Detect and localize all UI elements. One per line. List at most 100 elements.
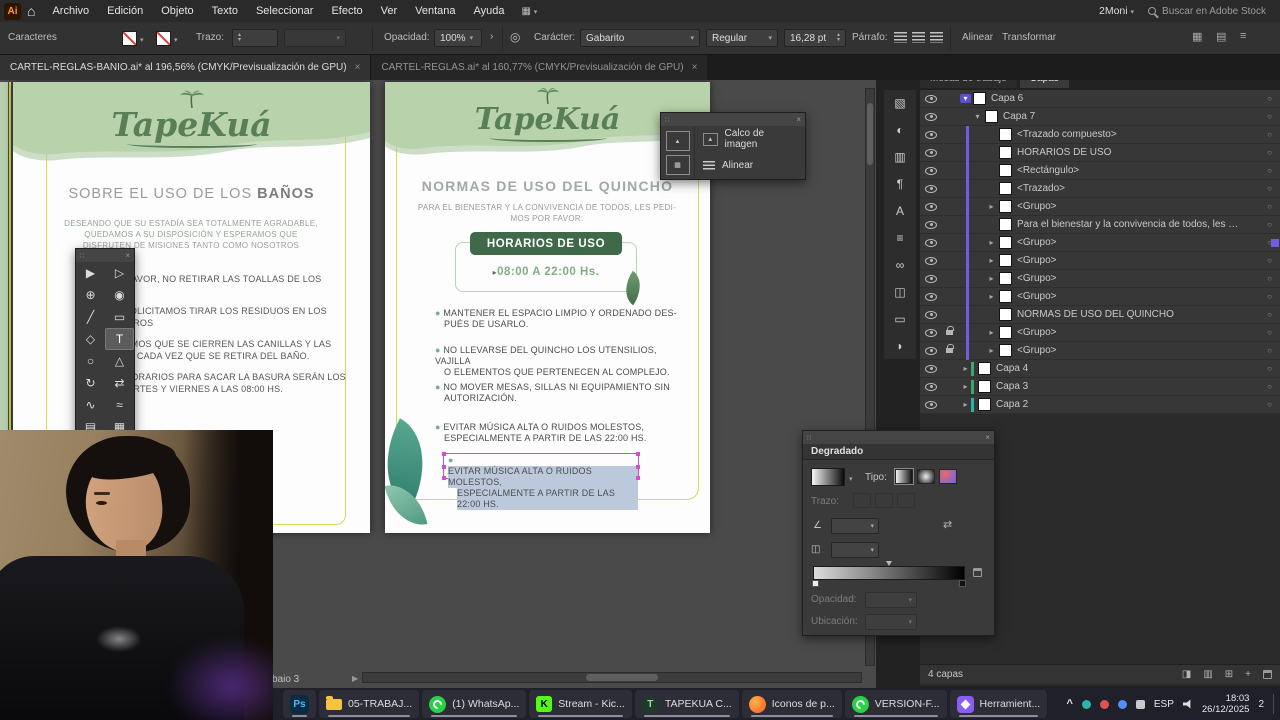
target-icon[interactable]: ○ [1267, 220, 1272, 229]
visibility-toggle[interactable] [920, 274, 942, 283]
bullet-item[interactable]: ● NO MOVER MESAS, SILLAS NI EQUIPAMIENTO… [435, 382, 695, 404]
image-trace-icon[interactable]: ▴ [665, 131, 690, 151]
stroke-gradient-across-icon[interactable] [897, 493, 915, 508]
visibility-toggle[interactable] [920, 256, 942, 265]
stroke-gradient-within-icon[interactable] [853, 493, 871, 508]
bullet-item[interactable]: ● NO LLEVARSE DEL QUINCHO LOS UTENSILIOS… [435, 345, 695, 378]
align-panel-link[interactable]: Alinear [962, 32, 993, 43]
target-icon[interactable]: ○ [1267, 328, 1272, 337]
palette-header[interactable]: ∷ × [76, 249, 134, 262]
type-tool-icon[interactable]: T [105, 328, 134, 350]
visibility-toggle[interactable] [920, 166, 942, 175]
stop-opacity-field[interactable]: ▾ [865, 592, 917, 608]
taskbar-herramientas[interactable]: Herramient... [949, 690, 1048, 718]
h-scroll-thumb[interactable] [586, 674, 658, 681]
layer-row[interactable]: ▸ <Grupo> ○ [920, 252, 1280, 270]
recolor-artwork-icon[interactable]: ◎ [510, 30, 520, 44]
document-arrange-icon[interactable]: ▦ ▾ [522, 6, 538, 17]
tray-expand-icon[interactable]: ^ [1066, 698, 1072, 710]
target-icon[interactable]: ○ [1267, 400, 1272, 409]
selected-text-frame[interactable]: ● EVITAR MÚSICA ALTA O RUIDOS MOLESTOS, E… [442, 452, 640, 510]
swatches-panel-icon[interactable]: ▥ [888, 148, 912, 166]
taskbar-folder-window[interactable]: 05-TRABAJ... [319, 690, 420, 718]
taskbar-kick-stream[interactable]: K Stream - Kic... [529, 690, 632, 718]
notification-count[interactable]: 2 [1258, 699, 1264, 710]
close-tab-icon[interactable]: × [355, 62, 361, 73]
links-panel-icon[interactable]: ∞ [888, 256, 912, 274]
character-panel-icon[interactable]: A [888, 202, 912, 220]
visibility-toggle[interactable] [920, 130, 942, 139]
transform-panel-link[interactable]: Transformar [1002, 32, 1056, 43]
close-icon[interactable]: × [796, 115, 801, 124]
workspace-switcher[interactable]: 2Moni ▾ [1099, 5, 1134, 17]
layer-row[interactable]: ▾ Capa 7 ○ [920, 108, 1280, 126]
opacity-field[interactable]: 100% ▾ [434, 29, 482, 47]
expand-icon[interactable]: ▸ [986, 256, 997, 265]
artboards-panel-icon[interactable]: ◫ [888, 283, 912, 301]
document-grid-icon[interactable]: ▦ [1192, 30, 1202, 43]
target-icon[interactable]: ○ [1267, 112, 1272, 121]
layer-row[interactable]: ▸ <Grupo> ○ [920, 198, 1280, 216]
gradient-presets-caret[interactable]: ▾ [849, 475, 853, 483]
panel-header[interactable]: ∷ × [803, 431, 994, 444]
gradient-panel-tab[interactable]: Degradado [811, 446, 863, 457]
fill-swatch[interactable] [122, 31, 137, 46]
artboard-status[interactable]: baio 3 [272, 674, 299, 685]
color-guide-panel-icon[interactable]: ◐ [888, 121, 912, 139]
stop-location-field[interactable]: ▾ [865, 614, 917, 630]
bullet-item[interactable]: ● EVITAR MÚSICA ALTA O RUIDOS MOLESTOS, E… [435, 422, 695, 444]
hours-badge[interactable]: HORARIOS DE USO [470, 232, 622, 255]
h-scrollbar[interactable] [362, 672, 862, 683]
visibility-toggle[interactable] [920, 112, 942, 121]
close-tab-icon[interactable]: × [692, 62, 698, 73]
expand-icon[interactable]: ▸ [986, 292, 997, 301]
panel-header[interactable]: ∷ × [661, 113, 805, 126]
align-center-icon[interactable] [912, 32, 925, 43]
gradient-midpoint[interactable] [886, 561, 892, 566]
target-icon[interactable]: ○ [1267, 292, 1272, 301]
expand-icon[interactable]: ▸ [960, 364, 971, 373]
expand-icon[interactable]: ▸ [986, 274, 997, 283]
stroke-gradient-along-icon[interactable] [875, 493, 893, 508]
lock-icon[interactable] [945, 344, 954, 353]
target-icon[interactable]: ○ [1267, 184, 1272, 193]
panel-dock-icon[interactable]: ▤ [1216, 30, 1226, 43]
menu-texto[interactable]: Texto [203, 0, 247, 22]
target-icon[interactable]: ○ [1267, 364, 1272, 373]
clock[interactable]: 18:03 26/12/2025 [1202, 693, 1250, 715]
context-label[interactable]: Caracteres [8, 32, 57, 43]
new-layer-icon[interactable]: + [1245, 669, 1251, 680]
taskbar-tapekua-window[interactable]: T TAPEKUA C... [634, 690, 739, 718]
make-mask-icon[interactable]: ▥ [1203, 669, 1212, 680]
shape-tool-icon[interactable]: ◇ [76, 328, 105, 350]
aspect-field[interactable]: ▾ [831, 542, 879, 558]
visibility-toggle[interactable] [920, 364, 942, 373]
show-desktop-divider[interactable] [1273, 694, 1274, 714]
logo[interactable]: TapeKuá [13, 90, 370, 148]
align-left-icon[interactable] [894, 32, 907, 43]
stroke-width-field[interactable]: ▴ ▾ [232, 29, 278, 47]
align-action[interactable]: Alinear [695, 152, 805, 178]
font-size-stepper[interactable]: 16,28 pt ▴ ▾ [784, 29, 846, 47]
artboard-next-icon[interactable]: ▶ [352, 674, 358, 683]
poster-title[interactable]: SOBRE EL USO DE LOS BAÑOS [13, 186, 370, 202]
volume-icon[interactable] [1182, 699, 1191, 709]
appearance-panel-icon[interactable]: ▭ [888, 310, 912, 328]
layer-row[interactable]: ▸ <Grupo> ○ [920, 342, 1280, 360]
home-icon[interactable]: ⌂ [27, 3, 35, 19]
gradient-panel-icon[interactable]: ◗ [888, 337, 912, 355]
target-icon[interactable]: ○ [1267, 202, 1272, 211]
polygon-tool-icon[interactable]: △ [105, 350, 134, 372]
image-trace-action[interactable]: ▴ Calco de imagen [695, 126, 805, 152]
pencil-tool-icon[interactable]: ∿ [76, 394, 105, 416]
target-icon[interactable]: ○ [1267, 94, 1272, 103]
layer-row[interactable]: <Trazado compuesto> ○ [920, 126, 1280, 144]
expand-icon[interactable]: ▾ [972, 112, 983, 121]
layer-row[interactable]: ▸ <Grupo> ○ [920, 270, 1280, 288]
lock-icon[interactable] [945, 326, 954, 335]
rotate-tool-icon[interactable]: ↻ [76, 372, 105, 394]
layer-row[interactable]: ▸ Capa 3 ○ [920, 378, 1280, 396]
expand-icon[interactable]: ▸ [986, 328, 997, 337]
selection-tool-icon[interactable]: ▶ [76, 262, 105, 284]
angle-field[interactable]: ▾ [831, 518, 879, 534]
